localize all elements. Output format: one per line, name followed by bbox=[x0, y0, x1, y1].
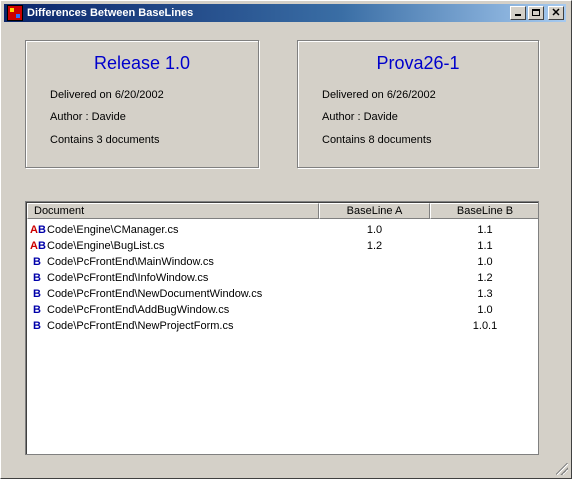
close-icon: ✕ bbox=[551, 7, 561, 19]
baseline-a-panel: Release 1.0 Delivered on 6/20/2002 Autho… bbox=[25, 40, 259, 168]
table-row[interactable]: B Code\PcFrontEnd\InfoWindow.cs 1.2 bbox=[27, 270, 537, 286]
baseline-a-title: Release 1.0 bbox=[93, 53, 191, 73]
document-path: Code\PcFrontEnd\NewDocumentWindow.cs bbox=[47, 288, 263, 300]
list-header: Document BaseLine A BaseLine B bbox=[27, 203, 538, 219]
column-header-baseline-a[interactable]: BaseLine A bbox=[319, 203, 430, 219]
minimize-button[interactable] bbox=[510, 6, 526, 20]
baseline-a-version: 1.2 bbox=[366, 240, 383, 252]
column-header-baseline-b[interactable]: BaseLine B bbox=[430, 203, 538, 219]
title-bar[interactable]: Differences Between BaseLines ✕ bbox=[4, 4, 566, 22]
table-row[interactable]: B Code\PcFrontEnd\NewProjectForm.cs 1.0.… bbox=[27, 318, 537, 334]
document-path: Code\PcFrontEnd\MainWindow.cs bbox=[47, 256, 214, 268]
b-icon: B bbox=[30, 288, 41, 300]
baseline-b-version: 1.2 bbox=[477, 272, 493, 284]
maximize-button[interactable] bbox=[528, 6, 544, 20]
minimize-icon bbox=[515, 14, 521, 16]
baseline-b-version: 1.1 bbox=[477, 224, 493, 236]
table-row[interactable]: AB Code\Engine\CManager.cs 1.0 1.1 bbox=[27, 222, 537, 238]
document-path: Code\PcFrontEnd\AddBugWindow.cs bbox=[47, 304, 230, 316]
baseline-b-delivered: Delivered on 6/26/2002 bbox=[322, 89, 436, 101]
baseline-b-panel: Prova26-1 Delivered on 6/26/2002 Author … bbox=[297, 40, 539, 168]
baseline-b-version: 1.0.1 bbox=[472, 320, 498, 332]
window: Differences Between BaseLines ✕ Release … bbox=[0, 0, 572, 479]
resize-grip-icon[interactable] bbox=[556, 463, 568, 475]
baseline-b-version: 1.3 bbox=[477, 288, 493, 300]
b-icon: B bbox=[30, 320, 41, 332]
baseline-b-version: 1.0 bbox=[477, 304, 493, 316]
differences-list[interactable]: Document BaseLine A BaseLine B AB Code\E… bbox=[25, 201, 539, 455]
baseline-b-version: 1.0 bbox=[477, 256, 493, 268]
document-path: Code\Engine\BugList.cs bbox=[47, 240, 165, 252]
column-header-document[interactable]: Document bbox=[27, 203, 319, 219]
window-controls: ✕ bbox=[510, 6, 564, 20]
baseline-a-delivered: Delivered on 6/20/2002 bbox=[50, 89, 164, 101]
b-icon: B bbox=[30, 304, 41, 316]
table-row[interactable]: B Code\PcFrontEnd\NewDocumentWindow.cs 1… bbox=[27, 286, 537, 302]
baseline-a-document-count: Contains 3 documents bbox=[50, 134, 160, 146]
b-icon: B bbox=[30, 272, 41, 284]
table-row[interactable]: B Code\PcFrontEnd\AddBugWindow.cs 1.0 bbox=[27, 302, 537, 318]
document-path: Code\Engine\CManager.cs bbox=[47, 224, 179, 236]
baseline-b-version: 1.1 bbox=[477, 240, 493, 252]
window-title: Differences Between BaseLines bbox=[27, 7, 194, 19]
document-path: Code\PcFrontEnd\InfoWindow.cs bbox=[47, 272, 209, 284]
list-rows: AB Code\Engine\CManager.cs 1.0 1.1 AB Co… bbox=[27, 222, 537, 334]
maximize-icon bbox=[532, 9, 540, 16]
baseline-b-title: Prova26-1 bbox=[376, 53, 460, 73]
baseline-b-document-count: Contains 8 documents bbox=[322, 134, 432, 146]
baseline-a-version: 1.0 bbox=[366, 224, 383, 236]
ab-icon: AB bbox=[30, 240, 46, 252]
b-icon: B bbox=[30, 256, 41, 268]
close-button[interactable]: ✕ bbox=[548, 6, 564, 20]
ab-icon: AB bbox=[30, 224, 46, 236]
baseline-b-author: Author : Davide bbox=[322, 111, 398, 123]
table-row[interactable]: AB Code\Engine\BugList.cs 1.2 1.1 bbox=[27, 238, 537, 254]
app-icon[interactable] bbox=[7, 5, 23, 21]
baseline-a-author: Author : Davide bbox=[50, 111, 126, 123]
document-path: Code\PcFrontEnd\NewProjectForm.cs bbox=[47, 320, 234, 332]
table-row[interactable]: B Code\PcFrontEnd\MainWindow.cs 1.0 bbox=[27, 254, 537, 270]
